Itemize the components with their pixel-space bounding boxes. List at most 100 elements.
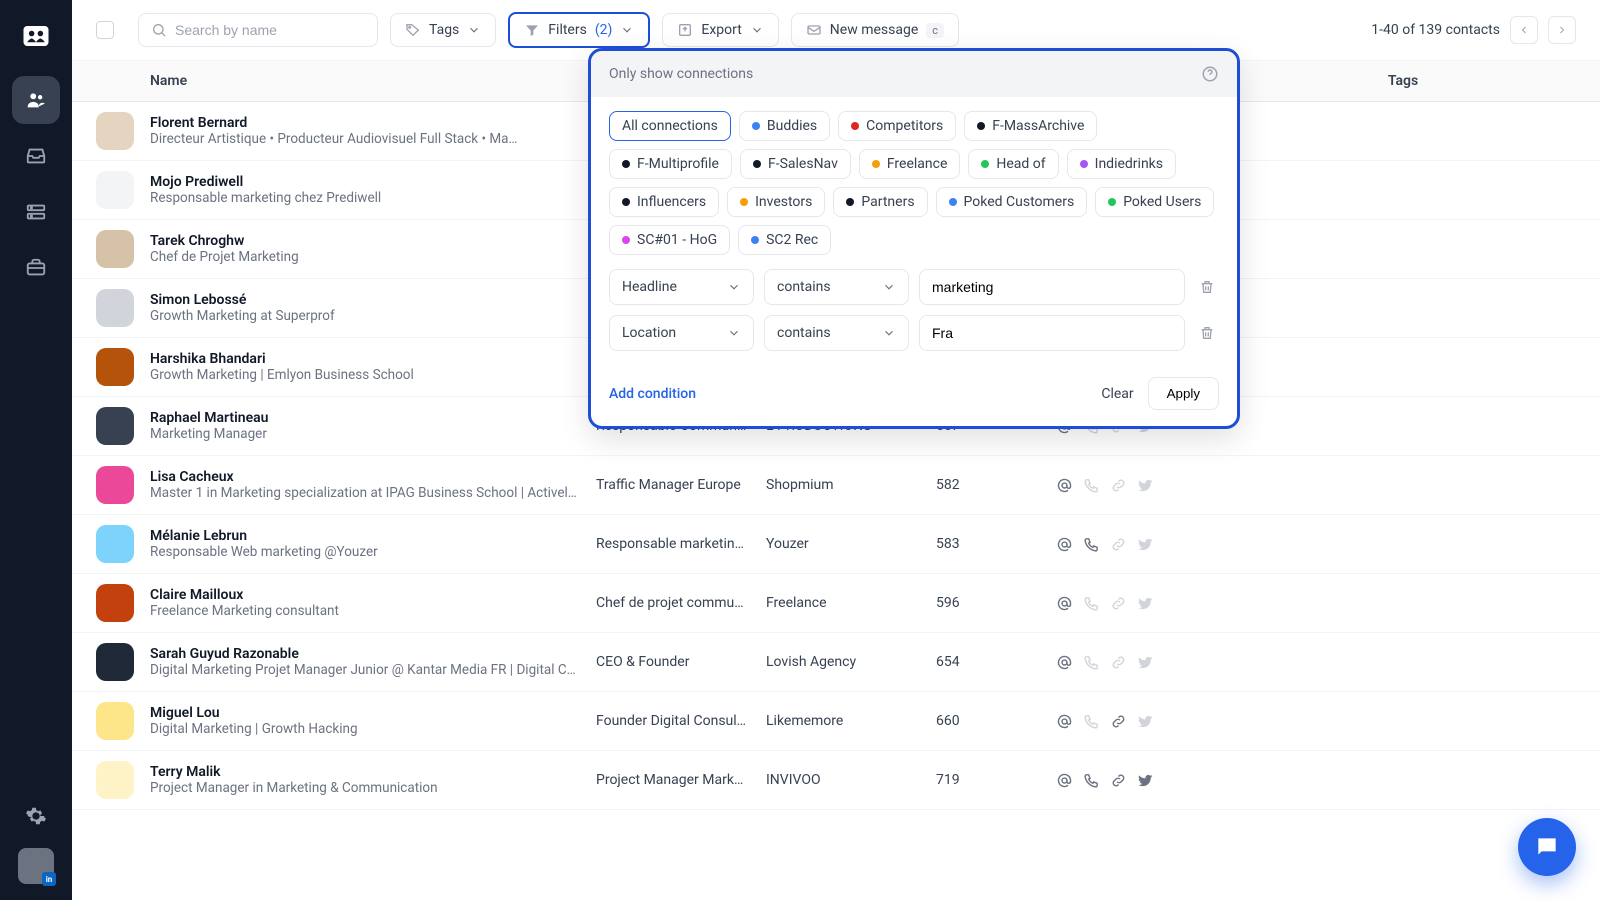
contact-name: Harshika Bhandari [150, 351, 596, 367]
delete-condition-button[interactable] [1195, 321, 1219, 345]
apply-button[interactable]: Apply [1148, 377, 1219, 410]
filter-chip[interactable]: Influencers [609, 187, 719, 217]
contact-avatar [96, 702, 134, 740]
contact-subtitle: Directeur Artistique • Producteur Audiov… [150, 131, 596, 147]
tags-button[interactable]: Tags [390, 13, 496, 47]
clear-button[interactable]: Clear [1087, 378, 1147, 410]
contact-icon [1137, 713, 1154, 730]
filter-chip[interactable]: SC#01 - HoG [609, 225, 730, 255]
filter-chip[interactable]: Head of [968, 149, 1058, 179]
sidebar: in [0, 0, 72, 900]
filter-chip[interactable]: Investors [727, 187, 825, 217]
condition-op-select[interactable]: contains [764, 315, 909, 351]
help-icon[interactable] [1201, 65, 1219, 83]
contact-company: Likememore [766, 713, 936, 729]
contact-icon[interactable] [1110, 772, 1127, 789]
contact-name: Claire Mailloux [150, 587, 596, 603]
contact-row[interactable]: Claire MaillouxFreelance Marketing consu… [72, 574, 1600, 633]
chevron-down-icon [620, 23, 634, 37]
contact-icons [1056, 654, 1176, 671]
contact-headline: CEO & Founder [596, 654, 766, 670]
filter-panel-header: Only show connections [591, 51, 1237, 97]
contact-number: 596 [936, 595, 1056, 611]
app-logo [16, 16, 56, 56]
add-condition-button[interactable]: Add condition [609, 386, 696, 402]
contact-avatar [96, 643, 134, 681]
filter-chip[interactable]: F-Multiprofile [609, 149, 732, 179]
filter-chip[interactable]: Freelance [859, 149, 961, 179]
contact-company: Youzer [766, 536, 936, 552]
export-button[interactable]: Export [662, 13, 778, 47]
contact-company: Freelance [766, 595, 936, 611]
filter-chip[interactable]: F-SalesNav [740, 149, 851, 179]
nav-inbox[interactable] [12, 132, 60, 180]
filter-conditions: Headline contains Location contains [609, 269, 1219, 351]
filter-chip[interactable]: Buddies [739, 111, 830, 141]
filter-chip[interactable]: F-MassArchive [964, 111, 1097, 141]
contact-row[interactable]: Mélanie LebrunResponsable Web marketing … [72, 515, 1600, 574]
nav-settings[interactable] [12, 792, 60, 840]
contact-row[interactable]: Lisa CacheuxMaster 1 in Marketing specia… [72, 456, 1600, 515]
contact-row[interactable]: Sarah Guyud RazonableDigital Marketing P… [72, 633, 1600, 692]
contact-icon [1137, 477, 1154, 494]
contact-name: Miguel Lou [150, 705, 596, 721]
contact-subtitle: Freelance Marketing consultant [150, 603, 596, 619]
search-input[interactable] [175, 22, 365, 38]
contact-avatar [96, 348, 134, 386]
contact-company: Shopmium [766, 477, 936, 493]
contact-name: Terry Malik [150, 764, 596, 780]
new-message-button[interactable]: New message c [791, 13, 959, 47]
user-avatar[interactable]: in [18, 848, 54, 884]
contact-icons [1056, 536, 1176, 553]
contact-icon [1137, 536, 1154, 553]
contact-icon[interactable] [1056, 536, 1073, 553]
contact-icon[interactable] [1083, 536, 1100, 553]
select-all-checkbox[interactable] [96, 21, 114, 39]
pagination: 1-40 of 139 contacts [1371, 16, 1576, 44]
filter-chip[interactable]: All connections [609, 111, 731, 141]
contact-icon[interactable] [1083, 772, 1100, 789]
filter-chip[interactable]: Partners [833, 187, 927, 217]
column-tags: Tags [1230, 73, 1576, 89]
filter-chip[interactable]: Competitors [838, 111, 956, 141]
contact-headline: Founder Digital Consul… [596, 713, 766, 729]
nav-contacts[interactable] [12, 76, 60, 124]
condition-value-input[interactable] [919, 269, 1185, 305]
nav-server[interactable] [12, 188, 60, 236]
nav-briefcase[interactable] [12, 244, 60, 292]
contact-icon[interactable] [1056, 595, 1073, 612]
mail-icon [806, 22, 822, 38]
condition-op-select[interactable]: contains [764, 269, 909, 305]
contact-icon[interactable] [1056, 713, 1073, 730]
condition-field-select[interactable]: Headline [609, 269, 754, 305]
filter-icon [524, 22, 540, 38]
prev-page-button[interactable] [1510, 16, 1538, 44]
next-page-button[interactable] [1548, 16, 1576, 44]
condition-value-input[interactable] [919, 315, 1185, 351]
contact-icon[interactable] [1110, 713, 1127, 730]
filters-label: Filters [548, 22, 587, 38]
filter-chips: All connections Buddies Competitors F-MassA… [609, 111, 1219, 255]
linkedin-badge: in [42, 872, 56, 886]
main-content: Tags Filters (2) Export New message c [72, 0, 1600, 900]
contact-icon[interactable] [1056, 772, 1073, 789]
condition-field-select[interactable]: Location [609, 315, 754, 351]
filters-button[interactable]: Filters (2) [508, 12, 650, 48]
contact-headline: Project Manager Mark… [596, 772, 766, 788]
contact-icon[interactable] [1056, 654, 1073, 671]
contact-icon [1110, 654, 1127, 671]
contact-row[interactable]: Miguel LouDigital Marketing | Growth Hac… [72, 692, 1600, 751]
filter-chip[interactable]: Indiedrinks [1067, 149, 1176, 179]
contact-icon[interactable] [1137, 772, 1154, 789]
filter-chip[interactable]: SC2 Rec [738, 225, 831, 255]
contact-icons [1056, 713, 1176, 730]
delete-condition-button[interactable] [1195, 275, 1219, 299]
search-input-wrapper[interactable] [138, 13, 378, 47]
contact-icon[interactable] [1056, 477, 1073, 494]
chat-fab[interactable] [1518, 818, 1576, 876]
contact-icon [1083, 654, 1100, 671]
contact-name: Mojo Prediwell [150, 174, 596, 190]
filter-chip[interactable]: Poked Users [1095, 187, 1214, 217]
contact-row[interactable]: Terry MalikProject Manager in Marketing … [72, 751, 1600, 810]
filter-chip[interactable]: Poked Customers [936, 187, 1088, 217]
